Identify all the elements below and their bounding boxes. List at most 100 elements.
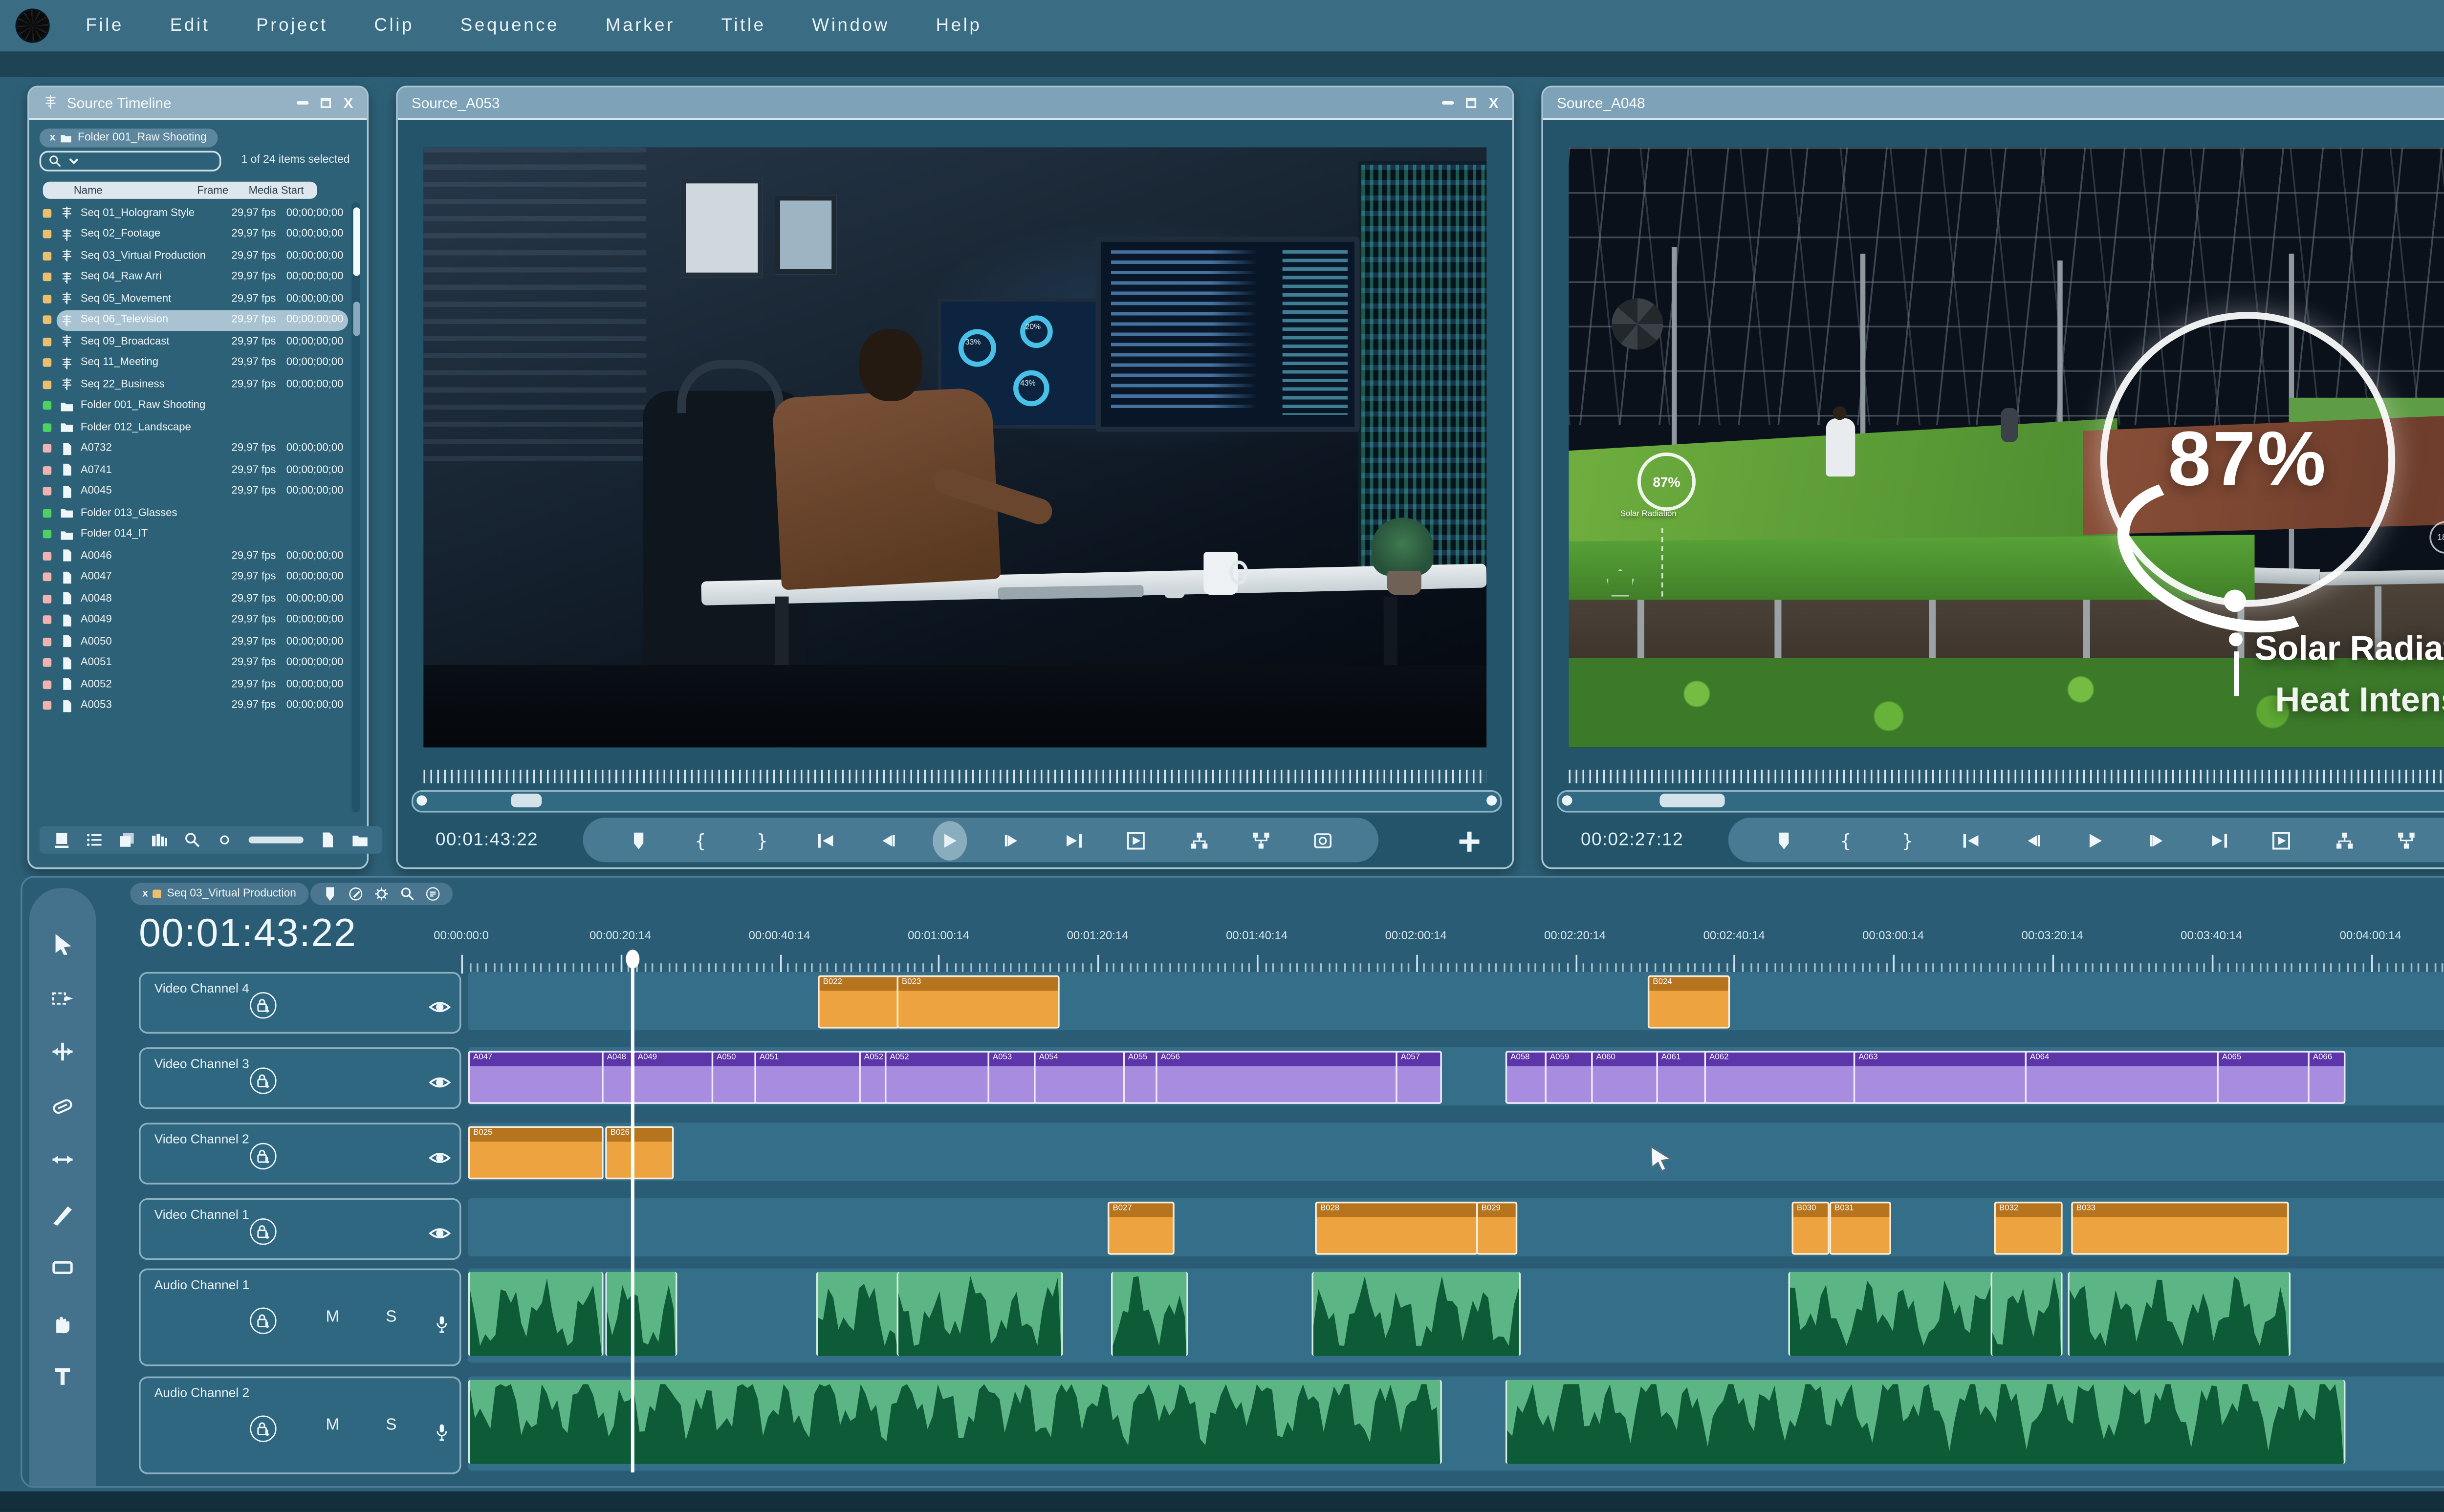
sequence-tab[interactable]: x Seq 03_Virtual Production — [131, 883, 308, 905]
playhead-handle[interactable] — [626, 950, 639, 969]
media-row[interactable]: Folder 014_IT — [40, 524, 348, 545]
media-row[interactable]: A004729,97 fps00;00;00;00 — [40, 566, 348, 588]
play-box-button[interactable] — [1124, 827, 1148, 853]
slider-dot-icon[interactable] — [216, 824, 233, 855]
scrollbar-thumb[interactable] — [352, 207, 359, 276]
insert-button[interactable] — [2332, 827, 2356, 853]
go-out-button[interactable] — [1062, 827, 1086, 853]
marker-button[interactable] — [626, 827, 650, 853]
cursor-tool[interactable] — [51, 929, 74, 960]
poster-frame-icon[interactable] — [53, 824, 70, 855]
media-row[interactable]: A004929,97 fps00;00;00;00 — [40, 609, 348, 631]
restore-icon[interactable] — [1466, 98, 1477, 108]
media-row[interactable]: A005329,97 fps00;00;00;00 — [40, 695, 348, 716]
magnifier-icon[interactable] — [183, 824, 200, 855]
menu-item-edit[interactable]: Edit — [170, 16, 210, 36]
column-media-start[interactable]: Media Start — [249, 184, 317, 196]
overwrite-button[interactable] — [1249, 827, 1273, 853]
tab-close-icon[interactable]: x — [142, 889, 148, 899]
audio-clip[interactable] — [468, 1272, 604, 1356]
chip-close-icon[interactable]: x — [50, 133, 56, 143]
audio-clip[interactable] — [1506, 1380, 2346, 1464]
video-clip[interactable]: B031 — [1830, 1201, 1891, 1254]
solo-button[interactable]: S — [386, 1415, 396, 1434]
export-frame-button[interactable] — [1311, 827, 1335, 853]
type-tool[interactable] — [51, 1361, 74, 1392]
menu-item-project[interactable]: Project — [256, 16, 328, 36]
media-row[interactable]: Seq 04_Raw Arri29,97 fps00;00;00;00 — [40, 266, 348, 288]
marker-icon[interactable] — [322, 879, 338, 909]
video-clip[interactable]: B023 — [897, 974, 1060, 1028]
search-input[interactable] — [40, 151, 221, 172]
media-row[interactable]: Folder 012_Landscape — [40, 416, 348, 438]
mute-button[interactable]: M — [326, 1307, 339, 1326]
video-clip[interactable]: A060 — [1591, 1050, 1659, 1103]
video-clip[interactable]: A066 — [2308, 1050, 2345, 1103]
lock-icon[interactable] — [249, 1413, 278, 1444]
menu-item-sequence[interactable]: Sequence — [460, 16, 559, 36]
eye-icon[interactable] — [429, 1219, 451, 1250]
video-clip[interactable]: A053 — [987, 1050, 1037, 1103]
go-in-button[interactable] — [813, 827, 837, 853]
video-clip[interactable]: A063 — [1854, 1050, 2029, 1103]
video-clip[interactable]: A050 — [712, 1050, 758, 1103]
lock-icon[interactable] — [249, 1217, 278, 1248]
scrollbar-thumb-secondary[interactable] — [352, 302, 359, 336]
video-clip[interactable]: B030 — [1791, 1201, 1829, 1254]
audio-clip[interactable] — [605, 1272, 677, 1356]
list-view-icon[interactable] — [86, 824, 103, 855]
add-button[interactable] — [1458, 826, 1482, 857]
audio-clip[interactable] — [1311, 1272, 1521, 1356]
video-clip[interactable]: A059 — [1545, 1050, 1594, 1103]
audio-clip[interactable] — [897, 1272, 1063, 1356]
scrub-start-dot[interactable] — [1562, 795, 1572, 805]
slip-tool[interactable] — [51, 1091, 74, 1122]
lock-icon[interactable] — [249, 991, 278, 1021]
insert-button[interactable] — [1187, 827, 1211, 853]
eye-icon[interactable] — [429, 1144, 451, 1174]
monitor-header[interactable]: Source_A053 X — [398, 87, 1512, 120]
lock-icon[interactable] — [249, 1142, 278, 1172]
audio-clip[interactable] — [1990, 1272, 2062, 1356]
media-row[interactable]: A005229,97 fps00;00;00;00 — [40, 674, 348, 695]
video-clip[interactable]: A056 — [1156, 1050, 1399, 1103]
media-row[interactable]: A005029,97 fps00;00;00;00 — [40, 631, 348, 652]
video-clip[interactable]: A058 — [1506, 1050, 1549, 1103]
audio-clip[interactable] — [1111, 1272, 1188, 1356]
video-clip[interactable]: A047 — [468, 1050, 606, 1103]
source-timeline-header[interactable]: Source Timeline X — [29, 87, 367, 120]
gear-icon[interactable] — [374, 879, 390, 909]
scrub-handle[interactable] — [511, 793, 542, 806]
video-clip[interactable]: B029 — [1476, 1201, 1517, 1254]
media-row[interactable]: A005129,97 fps00;00;00;00 — [40, 652, 348, 674]
lock-icon[interactable] — [249, 1066, 278, 1097]
edit-icon[interactable] — [348, 879, 364, 909]
solo-button[interactable]: S — [386, 1307, 396, 1326]
eye-icon[interactable] — [429, 1068, 451, 1099]
folder-icon[interactable] — [351, 824, 369, 855]
media-row[interactable]: Seq 01_Hologram Style29,97 fps00;00;00;0… — [40, 202, 348, 224]
mic-icon[interactable] — [432, 1309, 451, 1339]
media-row[interactable]: A073229,97 fps00;00;00;00 — [40, 438, 348, 459]
media-row[interactable]: A074129,97 fps00;00;00;00 — [40, 459, 348, 481]
media-row[interactable]: A004529,97 fps00;00;00;00 — [40, 481, 348, 502]
mute-button[interactable]: M — [326, 1415, 339, 1434]
hand-tool[interactable] — [51, 1307, 74, 1338]
audio-clip[interactable] — [468, 1380, 1442, 1464]
monitor-header[interactable]: Source_A048 X — [1543, 87, 2444, 120]
media-row[interactable]: Seq 02_Footage29,97 fps00;00;00;00 — [40, 224, 348, 245]
step-back-button[interactable] — [2021, 827, 2045, 853]
video-clip[interactable]: A052 — [885, 1050, 991, 1103]
video-clip[interactable]: A051 — [754, 1050, 862, 1103]
video-clip[interactable]: B022 — [818, 974, 900, 1028]
marker-button[interactable] — [1771, 827, 1795, 853]
media-row[interactable]: Seq 03_Virtual Production29,97 fps00;00;… — [40, 245, 348, 267]
audio-clip[interactable] — [1788, 1272, 1994, 1356]
razor-tool[interactable] — [51, 1199, 74, 1230]
media-row[interactable]: Folder 013_Glasses — [40, 502, 348, 524]
scrub-start-dot[interactable] — [416, 795, 427, 805]
layers-icon[interactable] — [118, 824, 135, 855]
lock-icon[interactable] — [249, 1305, 278, 1336]
overwrite-button[interactable] — [2394, 827, 2418, 853]
go-out-button[interactable] — [2207, 827, 2231, 853]
